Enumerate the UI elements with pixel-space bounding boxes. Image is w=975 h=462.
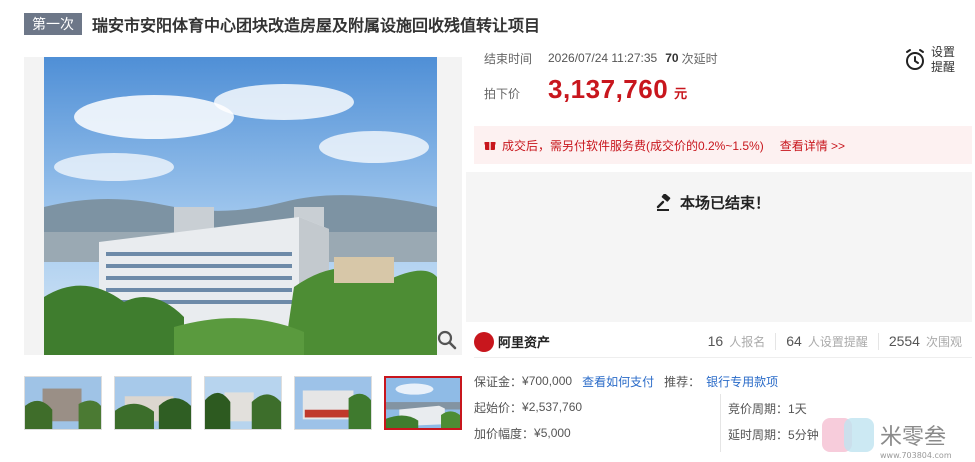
thumbnail-strip xyxy=(24,376,474,430)
building-photo xyxy=(44,57,437,355)
end-time-value: 2026/07/24 11:27:35 xyxy=(548,51,658,65)
delay-suffix: 次延时 xyxy=(681,51,718,66)
zoom-icon[interactable] xyxy=(436,329,458,351)
round-badge: 第一次 xyxy=(24,13,82,35)
auction-info: 结束时间 2026/07/24 11:27:35 70 次延时 拍下价 3,13… xyxy=(474,44,972,112)
signup-label: 人报名 xyxy=(729,335,766,349)
bank-loan-link[interactable]: 银行专用款项 xyxy=(706,373,778,390)
deposit-row: 保证金： ¥700,000 查看如何支付 推荐： 银行专用款项 xyxy=(474,368,972,394)
start-price-label: 起始价： xyxy=(474,400,523,415)
bid-period-value: 1天 xyxy=(788,401,807,416)
recommend-label: 推荐： xyxy=(664,374,701,389)
price-unit: 元 xyxy=(674,86,688,101)
end-time-label: 结束时间 xyxy=(484,51,533,66)
watermark-url: www.703804.com xyxy=(880,451,952,460)
reminder-stat-label: 人设置提醒 xyxy=(807,335,868,349)
reminder-stat: 64 人设置提醒 xyxy=(775,333,878,350)
platform-name: 阿里资产 xyxy=(498,335,551,350)
view-details-link[interactable]: 查看详情 >> xyxy=(780,137,845,154)
ali-assets-logo-icon xyxy=(474,331,494,352)
signup-count: 16 xyxy=(707,333,724,349)
deposit-label: 保证金： xyxy=(474,374,523,389)
auction-ended-panel: 本场已结束！ xyxy=(466,172,972,322)
thumbnail-active[interactable] xyxy=(384,376,462,430)
final-price: 3,137,760 xyxy=(548,74,669,104)
platform-row: 阿里资产 16 人报名 64 人设置提醒 2554 次围观 xyxy=(474,326,972,358)
service-fee-text: 成交后，需另付软件服务费(成交价的0.2%~1.5%) xyxy=(502,138,764,153)
delay-period-row: 延时周期： 5分钟 xyxy=(728,421,819,447)
watermark-text: 米零叁 xyxy=(880,425,946,450)
views-label: 次围观 xyxy=(925,335,962,349)
views-count: 2554 xyxy=(888,333,920,349)
end-time-row: 结束时间 2026/07/24 11:27:35 70 次延时 xyxy=(474,44,972,72)
how-to-pay-link[interactable]: 查看如何支付 xyxy=(582,373,654,390)
service-fee-notice: 成交后，需另付软件服务费(成交价的0.2%~1.5%) 查看详情 >> xyxy=(474,126,972,164)
delay-period-value: 5分钟 xyxy=(788,427,819,442)
title-bar: 第一次 瑞安市安阳体育中心团块改造房屋及附属设施回收残值转让项目 xyxy=(24,12,540,36)
column-divider xyxy=(720,394,721,452)
views-stat: 2554 次围观 xyxy=(877,333,972,350)
start-price-value: ¥2,537,760 xyxy=(522,400,583,414)
page-title: 瑞安市安阳体育中心团块改造房屋及附属设施回收残值转让项目 xyxy=(92,18,541,35)
alarm-clock-icon xyxy=(906,49,924,70)
site-watermark: 米零叁 www.703804.com xyxy=(822,418,952,460)
increment-label: 加价幅度： xyxy=(474,426,535,441)
stats: 16 人报名 64 人设置提醒 2554 次围观 xyxy=(698,333,972,350)
final-price-row: 拍下价 3,137,760 元 xyxy=(474,74,972,112)
reminder-label-2: 提醒 xyxy=(931,60,956,74)
gavel-icon xyxy=(656,193,671,211)
set-reminder-button[interactable]: 设置 提醒 xyxy=(903,42,973,78)
thumbnail[interactable] xyxy=(114,376,192,430)
reminder-label-1: 设置 xyxy=(931,45,956,59)
signup-stat: 16 人报名 xyxy=(698,333,776,350)
gift-icon xyxy=(484,142,496,150)
thumbnail[interactable] xyxy=(204,376,282,430)
delay-period-label: 延时周期： xyxy=(728,427,789,442)
platform-logo[interactable]: 阿里资产 xyxy=(474,331,551,352)
thumbnail[interactable] xyxy=(24,376,102,430)
auction-ended-text: 本场已结束！ xyxy=(680,195,771,212)
final-price-label: 拍下价 xyxy=(484,87,521,101)
deposit-value: ¥700,000 xyxy=(522,374,573,388)
main-image[interactable] xyxy=(24,57,462,355)
reminder-count: 64 xyxy=(786,333,802,349)
period-details: 竞价周期： 1天 延时周期： 5分钟 xyxy=(728,395,819,447)
increment-value: ¥5,000 xyxy=(534,426,571,440)
delay-count: 70 xyxy=(665,51,679,65)
bid-period-label: 竞价周期： xyxy=(728,401,789,416)
thumbnail[interactable] xyxy=(294,376,372,430)
bid-period-row: 竞价周期： 1天 xyxy=(728,395,819,421)
